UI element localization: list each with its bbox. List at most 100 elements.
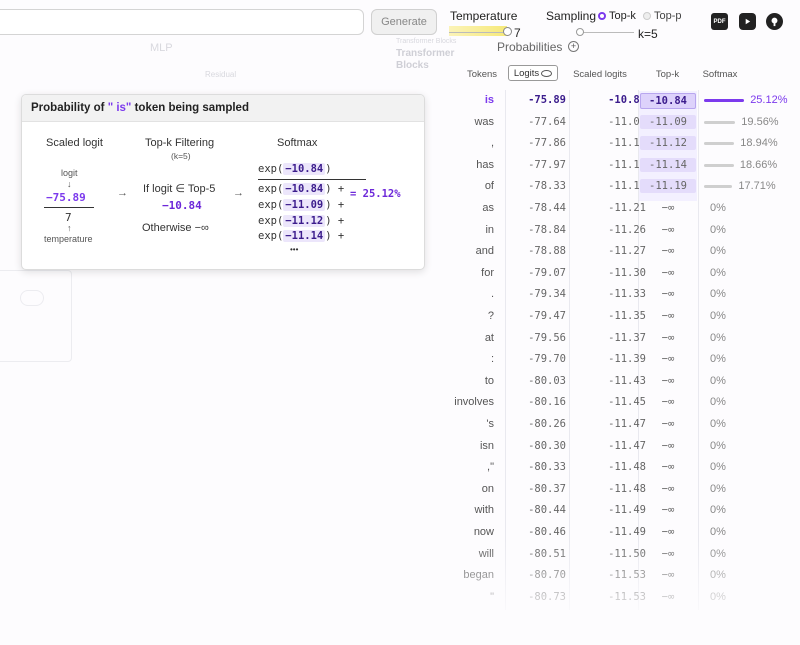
scaled-logit-cell: -11.45 <box>608 396 646 409</box>
softmax-cell: 18.94% <box>740 137 778 150</box>
table-row[interactable]: for -79.07 -11.30 −∞ 0% <box>440 263 800 285</box>
table-row[interactable]: at -79.56 -11.37 −∞ 0% <box>440 328 800 350</box>
residual-ghost-label: Residual <box>205 70 237 79</box>
token-cell: ," <box>487 461 494 474</box>
scaled-logit-cell: -11.09 <box>608 115 646 128</box>
softmax-cell: 0% <box>710 266 726 279</box>
prompt-input[interactable] <box>0 9 364 35</box>
generate-button[interactable]: Generate <box>371 9 437 35</box>
table-row[interactable]: on -80.37 -11.48 −∞ 0% <box>440 479 800 501</box>
topk-cell: −∞ <box>661 331 675 344</box>
table-row[interactable]: ," -80.33 -11.48 −∞ 0% <box>440 457 800 479</box>
token-cell: . <box>490 288 494 301</box>
k-slider-thumb[interactable] <box>576 28 584 36</box>
token-cell: now <box>473 526 494 538</box>
up-arrow-icon: ↑ <box>67 223 72 233</box>
table-row[interactable]: in -78.84 -11.26 −∞ 0% <box>440 220 800 242</box>
token-cell: with <box>474 504 494 517</box>
table-row[interactable]: was -77.64 -11.09 -11.09 19.56% <box>440 112 800 134</box>
topk-cell: -11.09 <box>640 114 696 129</box>
table-row[interactable]: and -78.88 -11.27 −∞ 0% <box>440 241 800 263</box>
table-row[interactable]: as -78.44 -11.21 −∞ 0% <box>440 198 800 220</box>
logit-cell: -79.56 <box>528 331 566 344</box>
token-cell: was <box>474 115 494 128</box>
topk-cell: −∞ <box>661 202 675 214</box>
token-cell: has <box>476 158 494 171</box>
probability-bar <box>704 163 734 167</box>
table-fade <box>440 540 800 645</box>
scaled-logit-cell: -10.84 <box>608 94 646 106</box>
table-row[interactable]: 's -80.26 -11.47 −∞ 0% <box>440 414 800 436</box>
token-cell: and <box>475 245 494 258</box>
denominator-term: exp(−11.12) + <box>258 214 345 227</box>
softmax-cell: 0% <box>710 396 726 409</box>
table-row[interactable]: isn -80.30 -11.47 −∞ 0% <box>440 436 800 458</box>
topk-cell: −∞ <box>661 374 675 387</box>
table-row[interactable]: , -77.86 -11.12 -11.12 18.94% <box>440 133 800 155</box>
topk-cell: −∞ <box>661 482 675 495</box>
scaled-logit-cell: -11.27 <box>608 245 646 258</box>
topk-cell: −∞ <box>661 526 675 538</box>
token-cell: in <box>485 223 494 236</box>
temperature-highlight <box>449 26 507 36</box>
logit-cell: -80.03 <box>528 374 566 387</box>
github-icon[interactable] <box>766 13 783 30</box>
logit-cell: -80.44 <box>528 504 566 517</box>
probabilities-title: Probabilities <box>497 40 563 54</box>
youtube-icon[interactable] <box>739 13 756 30</box>
table-row[interactable]: . -79.34 -11.33 −∞ 0% <box>440 284 800 306</box>
topk-cell: −∞ <box>661 353 675 366</box>
topk-cell: −∞ <box>661 310 675 322</box>
table-row[interactable]: is -75.89 -10.84 -10.84 25.12% <box>440 90 800 112</box>
softmax-cell: 0% <box>710 504 726 517</box>
k-slider-track[interactable] <box>578 32 634 33</box>
scaled-logit-cell: -11.49 <box>608 526 646 538</box>
logit-value: −75.89 <box>46 191 86 204</box>
token-cell: as <box>482 202 494 214</box>
temperature-slider-thumb[interactable] <box>503 27 512 36</box>
col-topk: Top-k <box>655 69 680 80</box>
pdf-icon[interactable]: PDF <box>711 13 728 30</box>
table-row[interactable]: has -77.97 -11.14 -11.14 18.66% <box>440 155 800 177</box>
mlp-ghost-label: MLP <box>150 42 173 54</box>
softmax-cell: 0% <box>710 223 726 236</box>
token-cell: at <box>484 331 494 344</box>
softmax-cell: 0% <box>710 310 726 322</box>
logit-cell: -78.84 <box>528 223 566 236</box>
table-row[interactable]: involves -80.16 -11.45 −∞ 0% <box>440 392 800 414</box>
scaled-logit-cell: -11.48 <box>608 482 646 495</box>
zoom-in-icon[interactable]: + <box>568 41 579 52</box>
scaled-logit-cell: -11.33 <box>608 288 646 301</box>
softmax-cell: 0% <box>710 245 726 258</box>
token-cell: isn <box>479 439 494 452</box>
table-row[interactable]: with -80.44 -11.49 −∞ 0% <box>440 500 800 522</box>
denominator-term: exp(−10.84) + <box>258 183 345 195</box>
arrow-right-icon: → <box>117 187 128 199</box>
sampling-label: Sampling <box>546 9 597 23</box>
table-row[interactable]: to -80.03 -11.43 −∞ 0% <box>440 371 800 393</box>
logits-toggle-button[interactable]: Logits <box>508 65 558 81</box>
logit-cell: -75.89 <box>528 94 566 106</box>
softmax-cell: 0% <box>710 353 726 366</box>
temperature-slider-track[interactable] <box>449 32 507 33</box>
blocks-ghost-sub: Transformer Blocks <box>396 38 457 45</box>
topk-cell: -11.19 <box>640 179 696 194</box>
radio-topk[interactable]: Top-k <box>598 10 636 22</box>
temperature-label: Temperature <box>450 9 518 23</box>
softmax-cell: 25.12% <box>750 94 788 106</box>
softmax-cell: 18.66% <box>739 158 778 171</box>
softmax-numerator: exp(−10.84) <box>258 163 332 175</box>
table-row[interactable]: of -78.33 -11.19 -11.19 17.71% <box>440 176 800 198</box>
logit-cell: -79.47 <box>528 310 566 322</box>
table-row[interactable]: : -79.70 -11.39 −∞ 0% <box>440 349 800 371</box>
softmax-denominator: exp(−10.84) + exp(−11.09) + exp(−11.12) + e… <box>258 182 344 245</box>
softmax-cell: 0% <box>710 418 726 430</box>
token-cell: of <box>484 180 494 193</box>
scaled-logit-cell: -11.47 <box>608 418 646 430</box>
table-row[interactable]: ? -79.47 -11.35 −∞ 0% <box>440 306 800 328</box>
radio-topp[interactable]: Top-p <box>643 10 682 22</box>
topk-cell: −∞ <box>661 418 675 430</box>
logit-cell: -80.30 <box>528 439 566 452</box>
logit-cell: -79.07 <box>528 266 566 279</box>
softmax-cell: 17.71% <box>738 180 776 193</box>
